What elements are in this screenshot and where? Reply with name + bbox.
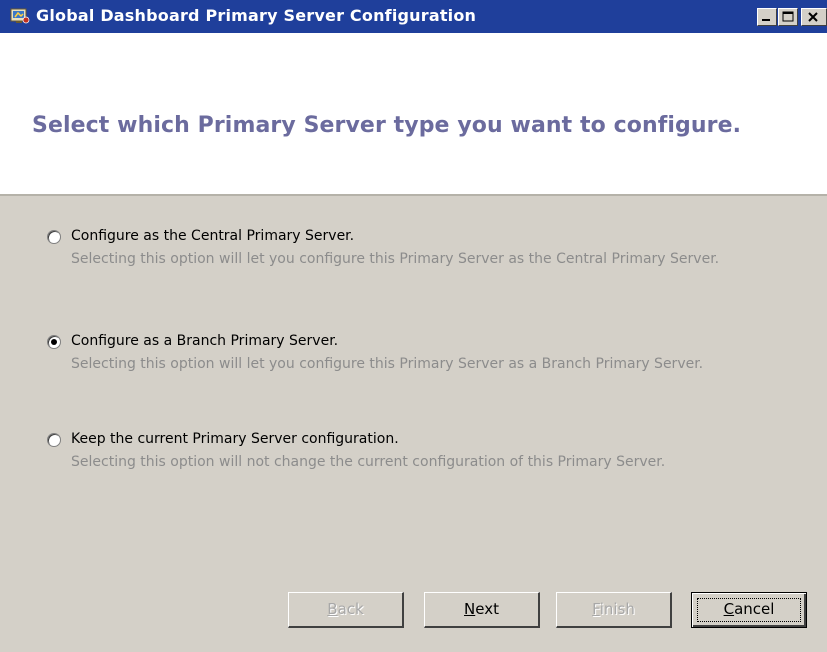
back-accelerator: B	[327, 600, 338, 618]
option-description: Selecting this option will not change th…	[71, 454, 666, 470]
option-description: Selecting this option will let you confi…	[71, 356, 704, 372]
cancel-button[interactable]: Cancel	[691, 592, 807, 628]
close-icon	[808, 12, 818, 22]
minimize-icon	[762, 19, 770, 21]
close-button[interactable]	[801, 8, 827, 26]
option-label[interactable]: Configure as the Central Primary Server.	[71, 228, 354, 244]
option-label[interactable]: Keep the current Primary Server configur…	[71, 431, 399, 447]
finish-label: inish	[599, 600, 635, 618]
option-label[interactable]: Configure as a Branch Primary Server.	[71, 333, 338, 349]
app-icon	[10, 7, 30, 25]
page-title: Select which Primary Server type you wan…	[32, 113, 742, 138]
option-description: Selecting this option will let you confi…	[71, 251, 720, 267]
header-divider	[0, 194, 827, 196]
finish-accelerator: F	[592, 600, 600, 618]
radio-keep-current[interactable]	[47, 433, 61, 447]
wizard-window: Global Dashboard Primary Server Configur…	[0, 0, 827, 652]
radio-selected-dot	[51, 339, 57, 345]
radio-central[interactable]	[47, 230, 61, 244]
minimize-button[interactable]	[757, 8, 777, 26]
window-title: Global Dashboard Primary Server Configur…	[36, 6, 477, 25]
next-label: ext	[475, 600, 499, 618]
radio-branch[interactable]	[47, 335, 61, 349]
maximize-icon	[782, 11, 794, 22]
next-button[interactable]: Next	[424, 592, 540, 628]
maximize-button[interactable]	[778, 8, 798, 26]
cancel-label: ancel	[734, 600, 775, 618]
finish-button[interactable]: Finish	[556, 592, 672, 628]
title-bar[interactable]: Global Dashboard Primary Server Configur…	[0, 0, 827, 33]
next-accelerator: N	[464, 600, 476, 618]
wizard-header: Select which Primary Server type you wan…	[0, 33, 827, 195]
cancel-accelerator: C	[723, 600, 735, 618]
back-label: ack	[337, 600, 364, 618]
back-button[interactable]: Back	[288, 592, 404, 628]
